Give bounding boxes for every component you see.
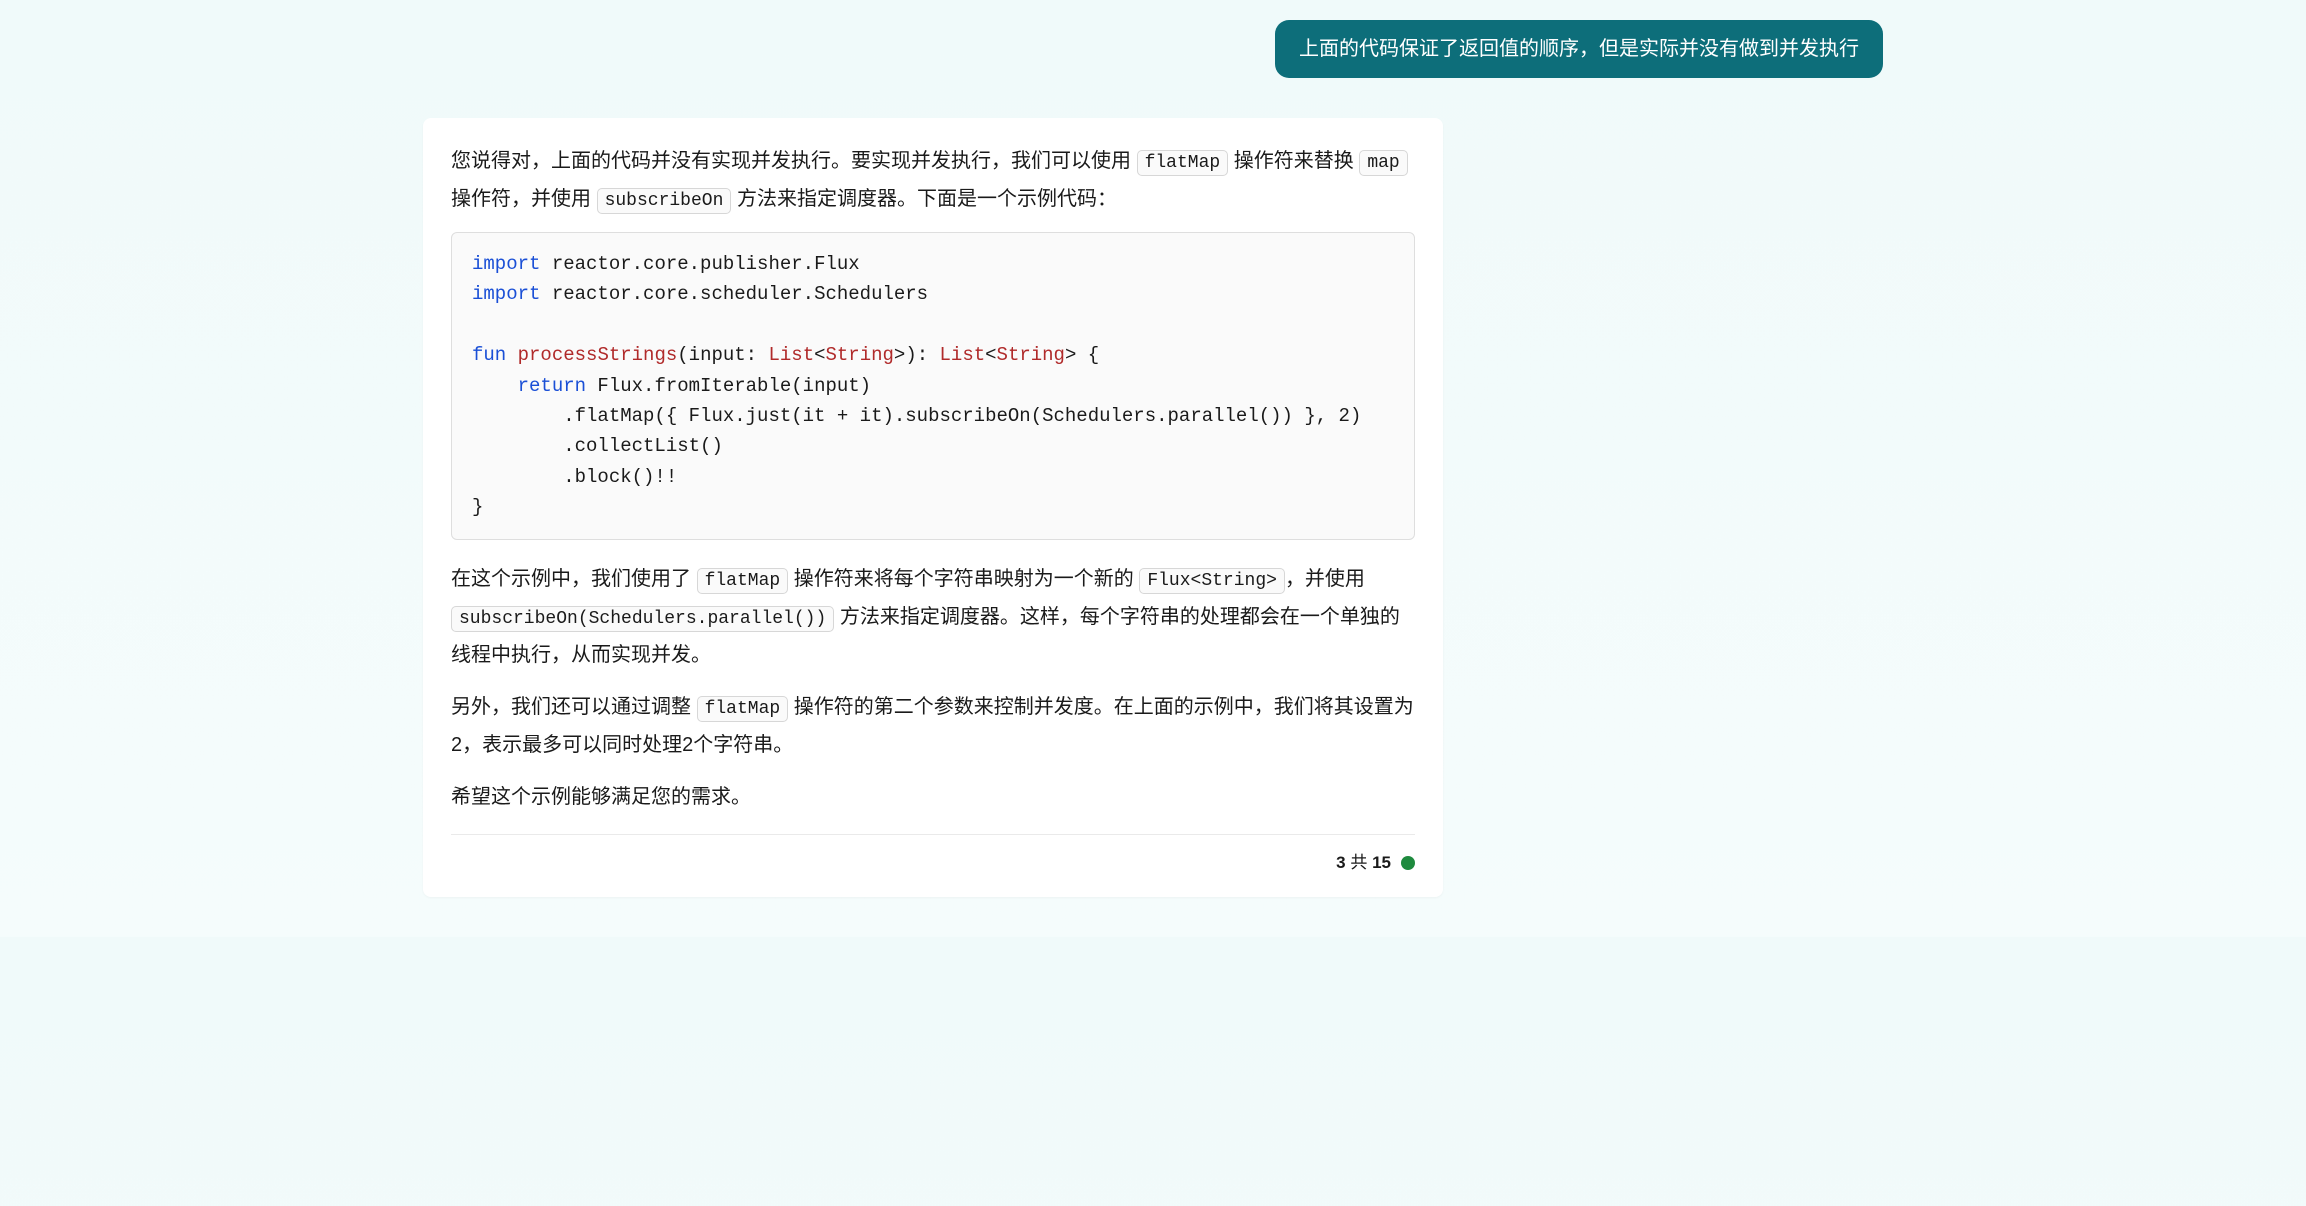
status-dot-icon[interactable] xyxy=(1401,856,1415,870)
code-text: < xyxy=(814,344,825,366)
code-text: >): xyxy=(894,344,940,366)
user-message-row: 上面的代码保证了返回值的顺序，但是实际并没有做到并发执行 xyxy=(423,20,1883,78)
assistant-paragraph-2: 在这个示例中，我们使用了 flatMap 操作符来将每个字符串映射为一个新的 F… xyxy=(451,560,1415,674)
text-span: ，并使用 xyxy=(1285,568,1365,590)
code-text xyxy=(506,344,517,366)
code-keyword: import xyxy=(472,283,540,305)
assistant-paragraph-3: 另外，我们还可以通过调整 flatMap 操作符的第二个参数来控制并发度。在上面… xyxy=(451,688,1415,764)
code-text: .flatMap({ Flux.just(it + it).subscribeO… xyxy=(472,405,1361,427)
code-keyword: return xyxy=(518,375,586,397)
text-span: 另外，我们还可以通过调整 xyxy=(451,696,697,718)
code-text: } xyxy=(472,496,483,518)
code-text: reactor.core.scheduler.Schedulers xyxy=(540,283,928,305)
pagination-sep: 共 xyxy=(1346,853,1372,872)
code-text: > { xyxy=(1065,344,1099,366)
user-message-bubble[interactable]: 上面的代码保证了返回值的顺序，但是实际并没有做到并发执行 xyxy=(1275,20,1883,78)
user-message-text: 上面的代码保证了返回值的顺序，但是实际并没有做到并发执行 xyxy=(1299,38,1859,60)
text-span: 操作符来将每个字符串映射为一个新的 xyxy=(788,568,1139,590)
code-function: processStrings xyxy=(518,344,678,366)
code-text: Flux.fromIterable(input) xyxy=(586,375,871,397)
code-block[interactable]: import reactor.core.publisher.Flux impor… xyxy=(451,232,1415,540)
text-span: 操作符，并使用 xyxy=(451,188,597,210)
code-text: reactor.core.publisher.Flux xyxy=(540,253,859,275)
code-text: .collectList() xyxy=(472,435,723,457)
code-type: String xyxy=(997,344,1065,366)
inline-code-flatmap: flatMap xyxy=(697,568,789,594)
text-span: 方法来指定调度器。下面是一个示例代码： xyxy=(731,188,1117,210)
inline-code-subscribeon: subscribeOn xyxy=(597,188,732,214)
code-keyword: fun xyxy=(472,344,506,366)
pagination-count: 3 共 15 xyxy=(1336,847,1391,879)
pagination-current: 3 xyxy=(1336,853,1345,872)
message-footer: 3 共 15 xyxy=(451,834,1415,879)
text-span: 在这个示例中，我们使用了 xyxy=(451,568,697,590)
code-type: List xyxy=(940,344,986,366)
inline-code-subscribeon-parallel: subscribeOn(Schedulers.parallel()) xyxy=(451,606,834,632)
inline-code-map: map xyxy=(1359,150,1407,176)
chat-container: 上面的代码保证了返回值的顺序，但是实际并没有做到并发执行 您说得对，上面的代码并… xyxy=(423,20,1883,897)
text-span: 您说得对，上面的代码并没有实现并发执行。要实现并发执行，我们可以使用 xyxy=(451,150,1137,172)
code-text: .block()!! xyxy=(472,466,677,488)
code-keyword: import xyxy=(472,253,540,275)
code-text: (input: xyxy=(677,344,768,366)
code-text xyxy=(472,375,518,397)
code-type: List xyxy=(768,344,814,366)
text-span: 操作符来替换 xyxy=(1228,150,1359,172)
inline-code-flux-string: Flux<String> xyxy=(1139,568,1285,594)
assistant-paragraph-4: 希望这个示例能够满足您的需求。 xyxy=(451,778,1415,816)
assistant-message-card: 您说得对，上面的代码并没有实现并发执行。要实现并发执行，我们可以使用 flatM… xyxy=(423,118,1443,897)
code-text: < xyxy=(985,344,996,366)
code-type: String xyxy=(826,344,894,366)
pagination-total: 15 xyxy=(1372,853,1391,872)
inline-code-flatmap: flatMap xyxy=(1137,150,1229,176)
inline-code-flatmap: flatMap xyxy=(697,696,789,722)
assistant-paragraph-1: 您说得对，上面的代码并没有实现并发执行。要实现并发执行，我们可以使用 flatM… xyxy=(451,142,1415,218)
